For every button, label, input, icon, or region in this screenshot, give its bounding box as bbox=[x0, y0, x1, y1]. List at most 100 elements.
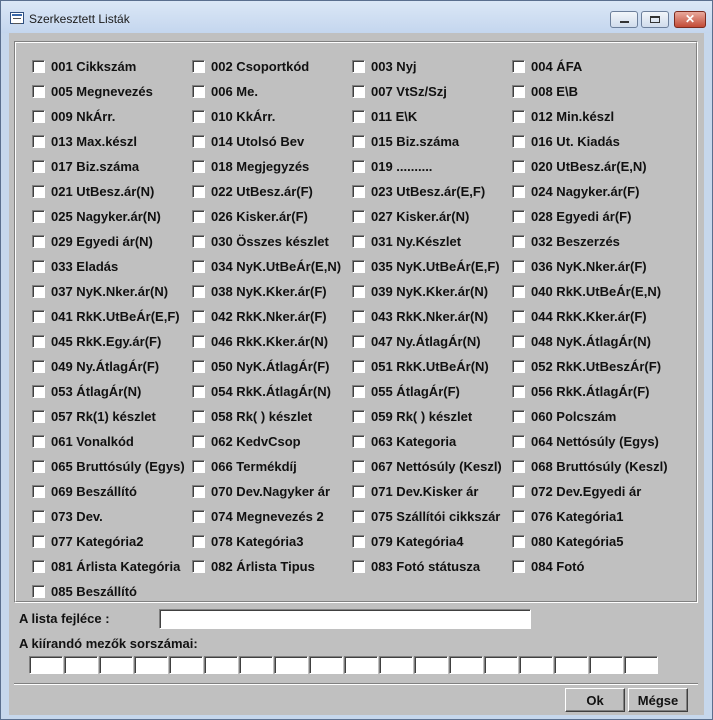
field-checkbox[interactable]: 064 Nettósúly (Egys) bbox=[512, 431, 659, 451]
checkbox-box[interactable] bbox=[512, 259, 525, 273]
checkbox-box[interactable] bbox=[32, 359, 45, 373]
checkbox-box[interactable] bbox=[32, 334, 45, 348]
field-checkbox[interactable]: 057 Rk(1) készlet bbox=[32, 406, 156, 426]
field-checkbox[interactable]: 053 ÁtlagÁr(N) bbox=[32, 381, 141, 401]
checkbox-box[interactable] bbox=[512, 534, 525, 548]
field-number-input[interactable] bbox=[309, 656, 343, 674]
field-checkbox[interactable]: 005 Megnevezés bbox=[32, 81, 153, 101]
field-checkbox[interactable]: 008 E\B bbox=[512, 81, 578, 101]
field-checkbox[interactable]: 017 Biz.száma bbox=[32, 156, 139, 176]
field-number-input[interactable] bbox=[624, 656, 658, 674]
checkbox-box[interactable] bbox=[512, 159, 525, 173]
field-checkbox[interactable]: 052 RkK.UtBeszÁr(F) bbox=[512, 356, 661, 376]
field-checkbox[interactable]: 035 NyK.UtBeÁr(E,F) bbox=[352, 256, 500, 276]
checkbox-box[interactable] bbox=[192, 384, 205, 398]
field-checkbox[interactable]: 039 NyK.Kker.ár(N) bbox=[352, 281, 488, 301]
field-checkbox[interactable]: 013 Max.készl bbox=[32, 131, 137, 151]
checkbox-box[interactable] bbox=[32, 534, 45, 548]
field-checkbox[interactable]: 078 Kategória3 bbox=[192, 531, 304, 551]
checkbox-box[interactable] bbox=[512, 59, 525, 73]
checkbox-box[interactable] bbox=[512, 309, 525, 323]
field-checkbox[interactable]: 062 KedvCsop bbox=[192, 431, 301, 451]
field-checkbox[interactable]: 003 Nyj bbox=[352, 56, 417, 76]
field-number-input[interactable] bbox=[274, 656, 308, 674]
checkbox-box[interactable] bbox=[192, 184, 205, 198]
checkbox-box[interactable] bbox=[352, 184, 365, 198]
field-number-input[interactable] bbox=[29, 656, 63, 674]
field-checkbox[interactable]: 066 Termékdíj bbox=[192, 456, 297, 476]
field-checkbox[interactable]: 049 Ny.ÁtlagÁr(F) bbox=[32, 356, 159, 376]
field-checkbox[interactable]: 001 Cikkszám bbox=[32, 56, 136, 76]
field-checkbox[interactable]: 033 Eladás bbox=[32, 256, 118, 276]
field-checkbox[interactable]: 011 E\K bbox=[352, 106, 417, 126]
field-checkbox[interactable]: 031 Ny.Készlet bbox=[352, 231, 461, 251]
field-checkbox[interactable]: 032 Beszerzés bbox=[512, 231, 620, 251]
field-checkbox[interactable]: 074 Megnevezés 2 bbox=[192, 506, 324, 526]
field-checkbox[interactable]: 014 Utolsó Bev bbox=[192, 131, 304, 151]
field-checkbox[interactable]: 036 NyK.Nker.ár(F) bbox=[512, 256, 647, 276]
checkbox-box[interactable] bbox=[192, 559, 205, 573]
checkbox-box[interactable] bbox=[352, 309, 365, 323]
checkbox-box[interactable] bbox=[32, 584, 45, 598]
field-number-input[interactable] bbox=[204, 656, 238, 674]
field-number-input[interactable] bbox=[134, 656, 168, 674]
checkbox-box[interactable] bbox=[512, 234, 525, 248]
checkbox-box[interactable] bbox=[352, 409, 365, 423]
field-checkbox[interactable]: 009 NkÁrr. bbox=[32, 106, 115, 126]
field-number-input[interactable] bbox=[99, 656, 133, 674]
field-checkbox[interactable]: 015 Biz.száma bbox=[352, 131, 459, 151]
field-checkbox[interactable]: 024 Nagyker.ár(F) bbox=[512, 181, 639, 201]
checkbox-box[interactable] bbox=[352, 334, 365, 348]
checkbox-box[interactable] bbox=[192, 159, 205, 173]
field-checkbox[interactable]: 081 Árlista Kategória bbox=[32, 556, 180, 576]
checkbox-box[interactable] bbox=[32, 84, 45, 98]
checkbox-box[interactable] bbox=[192, 134, 205, 148]
checkbox-box[interactable] bbox=[352, 234, 365, 248]
checkbox-box[interactable] bbox=[352, 259, 365, 273]
minimize-button[interactable] bbox=[610, 11, 638, 28]
field-number-input[interactable] bbox=[64, 656, 98, 674]
field-number-input[interactable] bbox=[589, 656, 623, 674]
checkbox-box[interactable] bbox=[512, 509, 525, 523]
checkbox-box[interactable] bbox=[192, 484, 205, 498]
field-checkbox[interactable]: 056 RkK.ÁtlagÁr(F) bbox=[512, 381, 649, 401]
checkbox-box[interactable] bbox=[32, 209, 45, 223]
field-checkbox[interactable]: 080 Kategória5 bbox=[512, 531, 624, 551]
close-button[interactable]: ✕ bbox=[674, 11, 706, 28]
field-checkbox[interactable]: 071 Dev.Kisker ár bbox=[352, 481, 478, 501]
checkbox-box[interactable] bbox=[192, 209, 205, 223]
field-checkbox[interactable]: 021 UtBesz.ár(N) bbox=[32, 181, 154, 201]
field-checkbox[interactable]: 018 Megjegyzés bbox=[192, 156, 309, 176]
field-checkbox[interactable]: 012 Min.készl bbox=[512, 106, 614, 126]
checkbox-box[interactable] bbox=[512, 109, 525, 123]
field-checkbox[interactable]: 059 Rk( ) készlet bbox=[352, 406, 472, 426]
field-checkbox[interactable]: 067 Nettósúly (Keszl) bbox=[352, 456, 502, 476]
checkbox-box[interactable] bbox=[192, 309, 205, 323]
checkbox-box[interactable] bbox=[32, 309, 45, 323]
checkbox-box[interactable] bbox=[352, 84, 365, 98]
checkbox-box[interactable] bbox=[32, 284, 45, 298]
checkbox-box[interactable] bbox=[192, 409, 205, 423]
checkbox-box[interactable] bbox=[192, 509, 205, 523]
field-checkbox[interactable]: 060 Polcszám bbox=[512, 406, 616, 426]
field-checkbox[interactable]: 061 Vonalkód bbox=[32, 431, 134, 451]
field-checkbox[interactable]: 002 Csoportkód bbox=[192, 56, 309, 76]
ok-button[interactable]: Ok bbox=[565, 688, 625, 712]
checkbox-box[interactable] bbox=[192, 284, 205, 298]
checkbox-box[interactable] bbox=[512, 284, 525, 298]
checkbox-box[interactable] bbox=[192, 109, 205, 123]
checkbox-box[interactable] bbox=[192, 534, 205, 548]
field-checkbox[interactable]: 022 UtBesz.ár(F) bbox=[192, 181, 313, 201]
field-checkbox[interactable]: 050 NyK.ÁtlagÁr(F) bbox=[192, 356, 329, 376]
field-checkbox[interactable]: 042 RkK.Nker.ár(F) bbox=[192, 306, 327, 326]
checkbox-box[interactable] bbox=[352, 59, 365, 73]
field-checkbox[interactable]: 041 RkK.UtBeÁr(E,F) bbox=[32, 306, 180, 326]
checkbox-box[interactable] bbox=[32, 484, 45, 498]
checkbox-box[interactable] bbox=[32, 509, 45, 523]
checkbox-box[interactable] bbox=[192, 459, 205, 473]
field-checkbox[interactable]: 029 Egyedi ár(N) bbox=[32, 231, 153, 251]
field-checkbox[interactable]: 048 NyK.ÁtlagÁr(N) bbox=[512, 331, 651, 351]
field-checkbox[interactable]: 069 Beszállító bbox=[32, 481, 137, 501]
checkbox-box[interactable] bbox=[352, 159, 365, 173]
checkbox-box[interactable] bbox=[512, 184, 525, 198]
